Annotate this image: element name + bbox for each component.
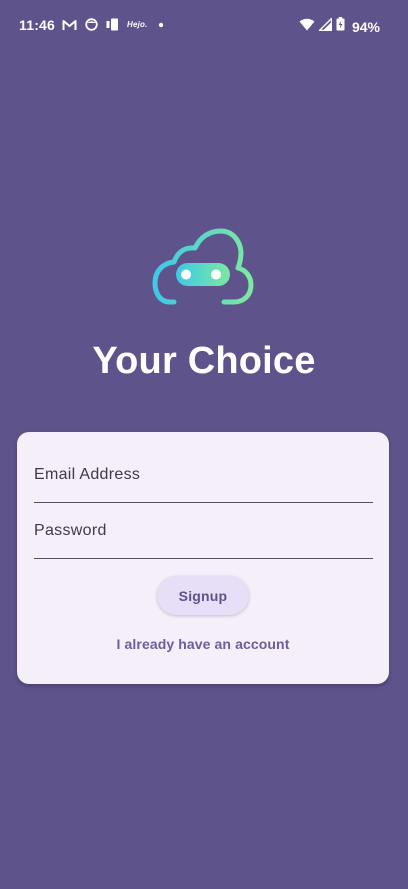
email-field-label: Email Address xyxy=(34,466,141,483)
dot-icon xyxy=(156,20,166,30)
hejo-app-icon: Hejo. xyxy=(127,20,148,29)
app-circle-icon xyxy=(85,18,98,31)
password-field[interactable]: Password xyxy=(34,518,373,559)
status-bar: 11:46 Hejo. 94% xyxy=(0,0,408,52)
wifi-icon xyxy=(299,18,315,36)
signup-button[interactable]: Signup xyxy=(157,576,249,615)
sim-card-icon xyxy=(106,18,119,31)
battery-charging-icon xyxy=(336,17,345,36)
signup-card: Email Address Password Signup I already … xyxy=(17,432,389,684)
email-field[interactable]: Email Address xyxy=(34,462,373,503)
notification-icons: Hejo. xyxy=(62,18,166,31)
system-status: 94% xyxy=(299,17,380,36)
status-time: 11:46 xyxy=(19,17,56,33)
cloud-robot-logo-icon xyxy=(152,228,255,308)
login-link[interactable]: I already have an account xyxy=(17,636,389,652)
cell-signal-icon xyxy=(318,17,333,36)
gmail-icon xyxy=(62,19,77,31)
battery-percent: 94% xyxy=(351,18,380,35)
app-title: Your Choice xyxy=(92,340,316,382)
password-field-label: Password xyxy=(34,522,107,539)
